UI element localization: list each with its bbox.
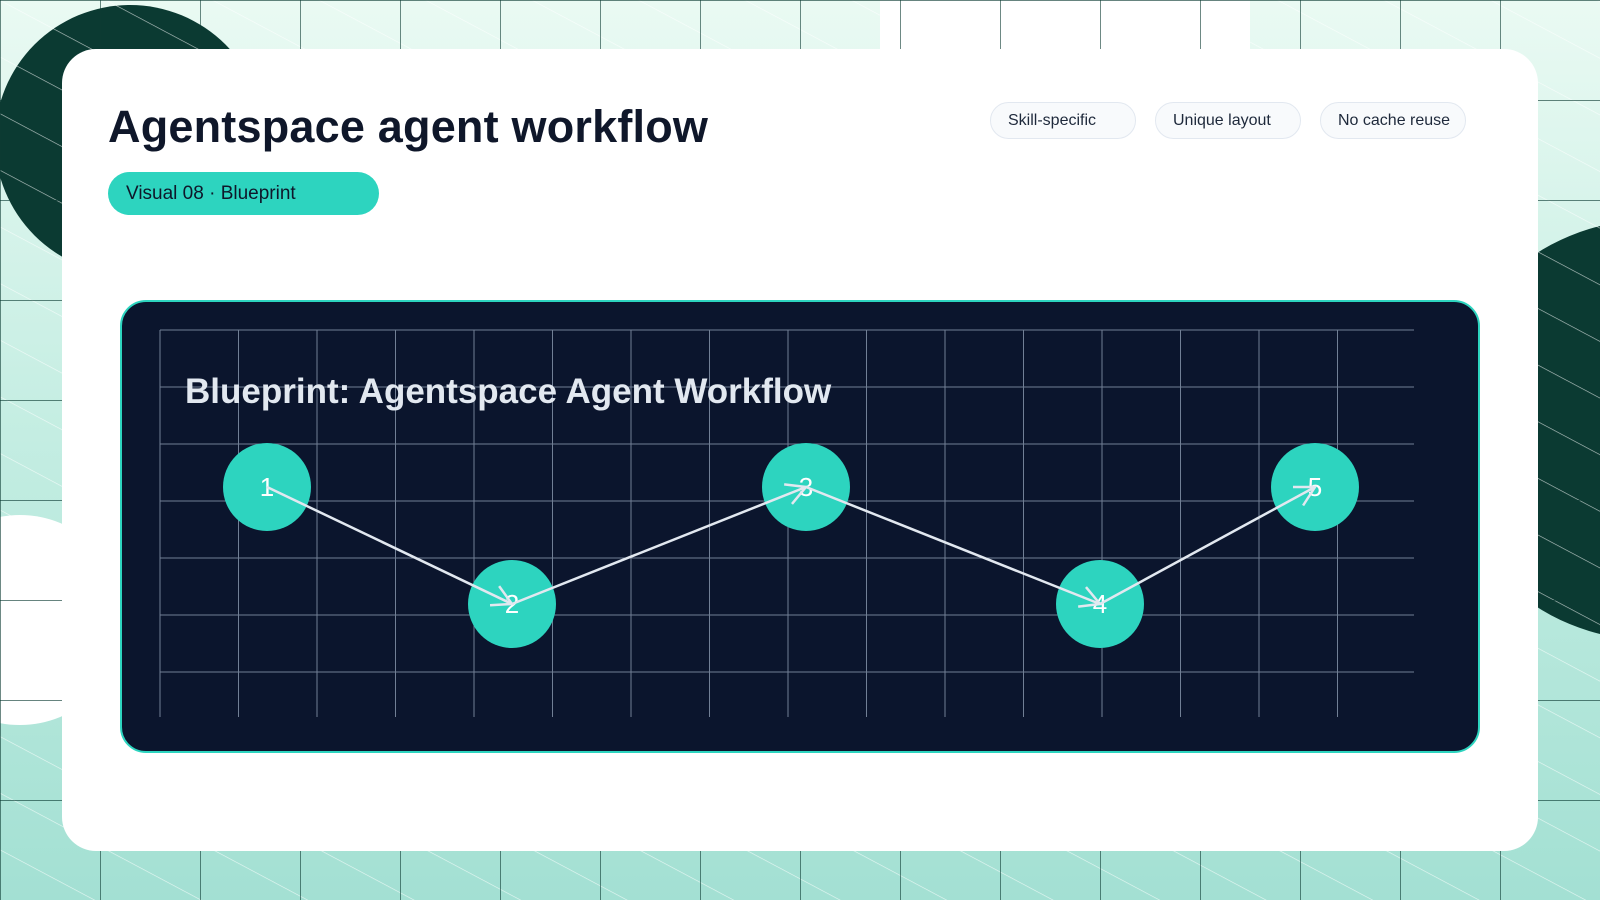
workflow-edge-2-3 (511, 485, 807, 606)
page-title: Agentspace agent workflow (108, 101, 709, 152)
workflow-edge-4-5 (1099, 485, 1316, 606)
tag-skill-specific: Skill-specific (990, 102, 1136, 139)
workflow-edge-3-4 (805, 485, 1101, 606)
main-card: Agentspace agent workflow Visual 08 · Bl… (62, 49, 1538, 851)
node-layer: 12345 (223, 443, 1359, 648)
tag-list: Skill-specific Unique layout No cache re… (990, 102, 1466, 139)
workflow-edge-1-2 (266, 485, 513, 606)
subtitle-badge: Visual 08 · Blueprint (108, 172, 379, 215)
tag-no-cache-reuse: No cache reuse (1320, 102, 1466, 139)
blueprint-diagram: Blueprint: Agentspace Agent Workflow 123… (120, 300, 1480, 753)
tag-unique-layout: Unique layout (1155, 102, 1301, 139)
diagram-title: Blueprint: Agentspace Agent Workflow (185, 372, 832, 411)
